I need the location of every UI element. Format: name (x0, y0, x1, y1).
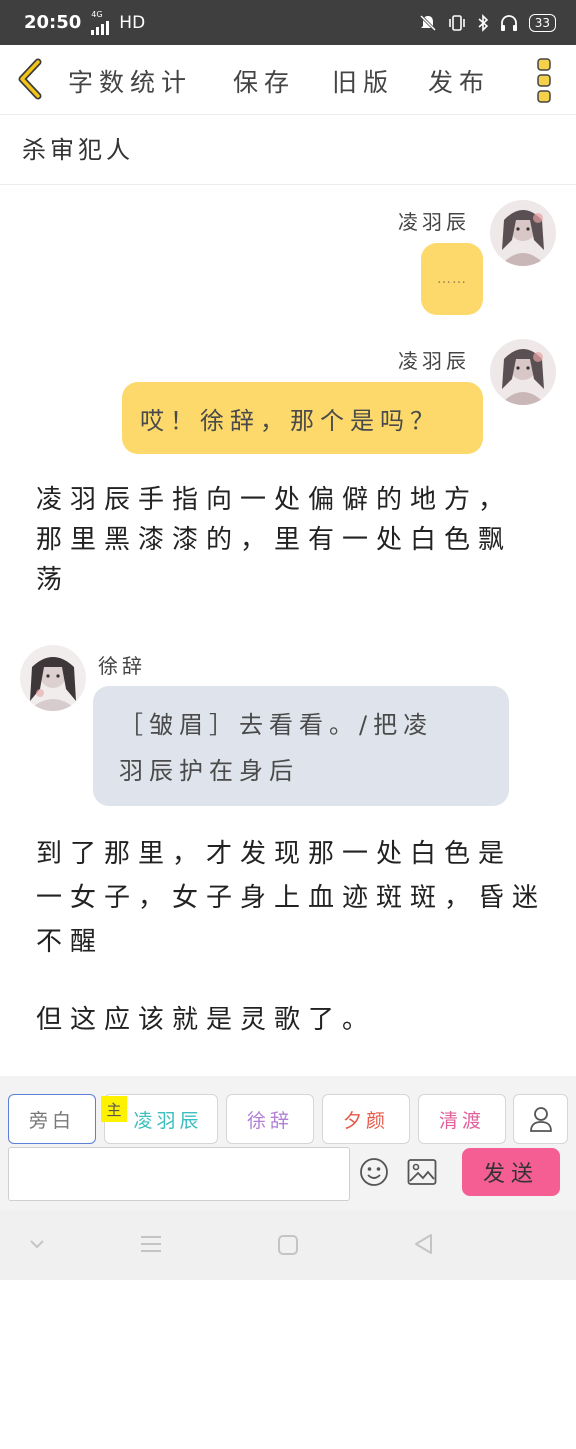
collapse-icon[interactable] (28, 1238, 46, 1250)
mute-bell-icon (419, 14, 436, 31)
hd-label: HD (119, 12, 146, 33)
more-vertical-icon[interactable] (536, 57, 552, 105)
old-version-button[interactable]: 旧版 (332, 63, 394, 99)
speaker-name: 凌羽辰 (398, 349, 470, 373)
message-input[interactable] (8, 1147, 350, 1201)
narration-line: 但这应该就是灵歌了。 (36, 1005, 377, 1035)
speaker-name: 凌羽辰 (398, 210, 470, 234)
message-bubble[interactable]: ［皱眉］去看看。/把凌 羽辰护在身后 (93, 686, 509, 806)
send-button[interactable]: 发送 (462, 1148, 560, 1196)
narration-line: 荡 (36, 565, 71, 595)
add-role-button[interactable] (513, 1094, 568, 1144)
main-role-badge: 主 (101, 1096, 127, 1122)
avatar[interactable] (20, 645, 86, 711)
network-label: 4G (91, 9, 103, 19)
system-nav-bar (0, 1210, 576, 1280)
narration-line: 那里黑漆漆的，里有一处白色飘 (36, 525, 513, 555)
status-bar: 20:50 4G HD 33 (0, 0, 576, 45)
story-title[interactable]: 杀审犯人 (22, 130, 134, 165)
emoji-icon[interactable] (359, 1157, 389, 1187)
headphones-icon (500, 14, 517, 31)
message-bubble[interactable]: 哎！徐辞，那个是吗？ (122, 382, 483, 454)
save-button[interactable]: 保存 (233, 63, 295, 99)
menu-icon[interactable] (140, 1234, 162, 1254)
bluetooth-icon (478, 13, 488, 32)
word-count-button[interactable]: 字数统计 (68, 63, 192, 99)
vibrate-icon (448, 14, 465, 31)
narration-block[interactable]: 但这应该就是灵歌了。 (36, 1000, 376, 1040)
narration-line: 一女子，女子身上血迹斑斑，昏迷 (36, 883, 547, 913)
back-triangle-icon[interactable] (412, 1232, 434, 1256)
bubble-line: ［皱眉］去看看。/把凌 (119, 711, 434, 739)
avatar[interactable] (490, 339, 556, 405)
bubble-line: 羽辰护在身后 (119, 757, 299, 785)
narration-line: 不醒 (36, 927, 105, 957)
role-button-qingdu[interactable]: 清渡 (418, 1094, 506, 1144)
image-icon[interactable] (407, 1158, 437, 1186)
publish-button[interactable]: 发布 (428, 63, 490, 99)
editor-toolbar: 字数统计 保存 旧版 发布 (0, 45, 576, 115)
narration-line: 凌羽辰手指向一处偏僻的地方， (36, 485, 513, 515)
narration-block[interactable]: 凌羽辰手指向一处偏僻的地方， 那里黑漆漆的，里有一处白色飘 荡 (36, 480, 512, 600)
chevron-left-icon[interactable] (14, 58, 46, 100)
narration-line: 到了那里，才发现那一处白色是 (36, 839, 513, 869)
role-button-xiyan[interactable]: 夕颜 (322, 1094, 410, 1144)
role-button-narrator[interactable]: 旁白 (8, 1094, 96, 1144)
status-time: 20:50 (24, 12, 82, 33)
person-icon (529, 1107, 552, 1132)
signal-icon (91, 19, 110, 35)
avatar[interactable] (490, 200, 556, 266)
speaker-name: 徐辞 (98, 654, 146, 678)
message-bubble[interactable]: …… (421, 243, 483, 315)
battery-indicator: 33 (528, 13, 556, 32)
role-button-xuci[interactable]: 徐辞 (226, 1094, 314, 1144)
narration-block[interactable]: 到了那里，才发现那一处白色是 一女子，女子身上血迹斑斑，昏迷 不醒 (36, 832, 546, 964)
home-icon[interactable] (277, 1234, 299, 1256)
divider (0, 184, 576, 185)
